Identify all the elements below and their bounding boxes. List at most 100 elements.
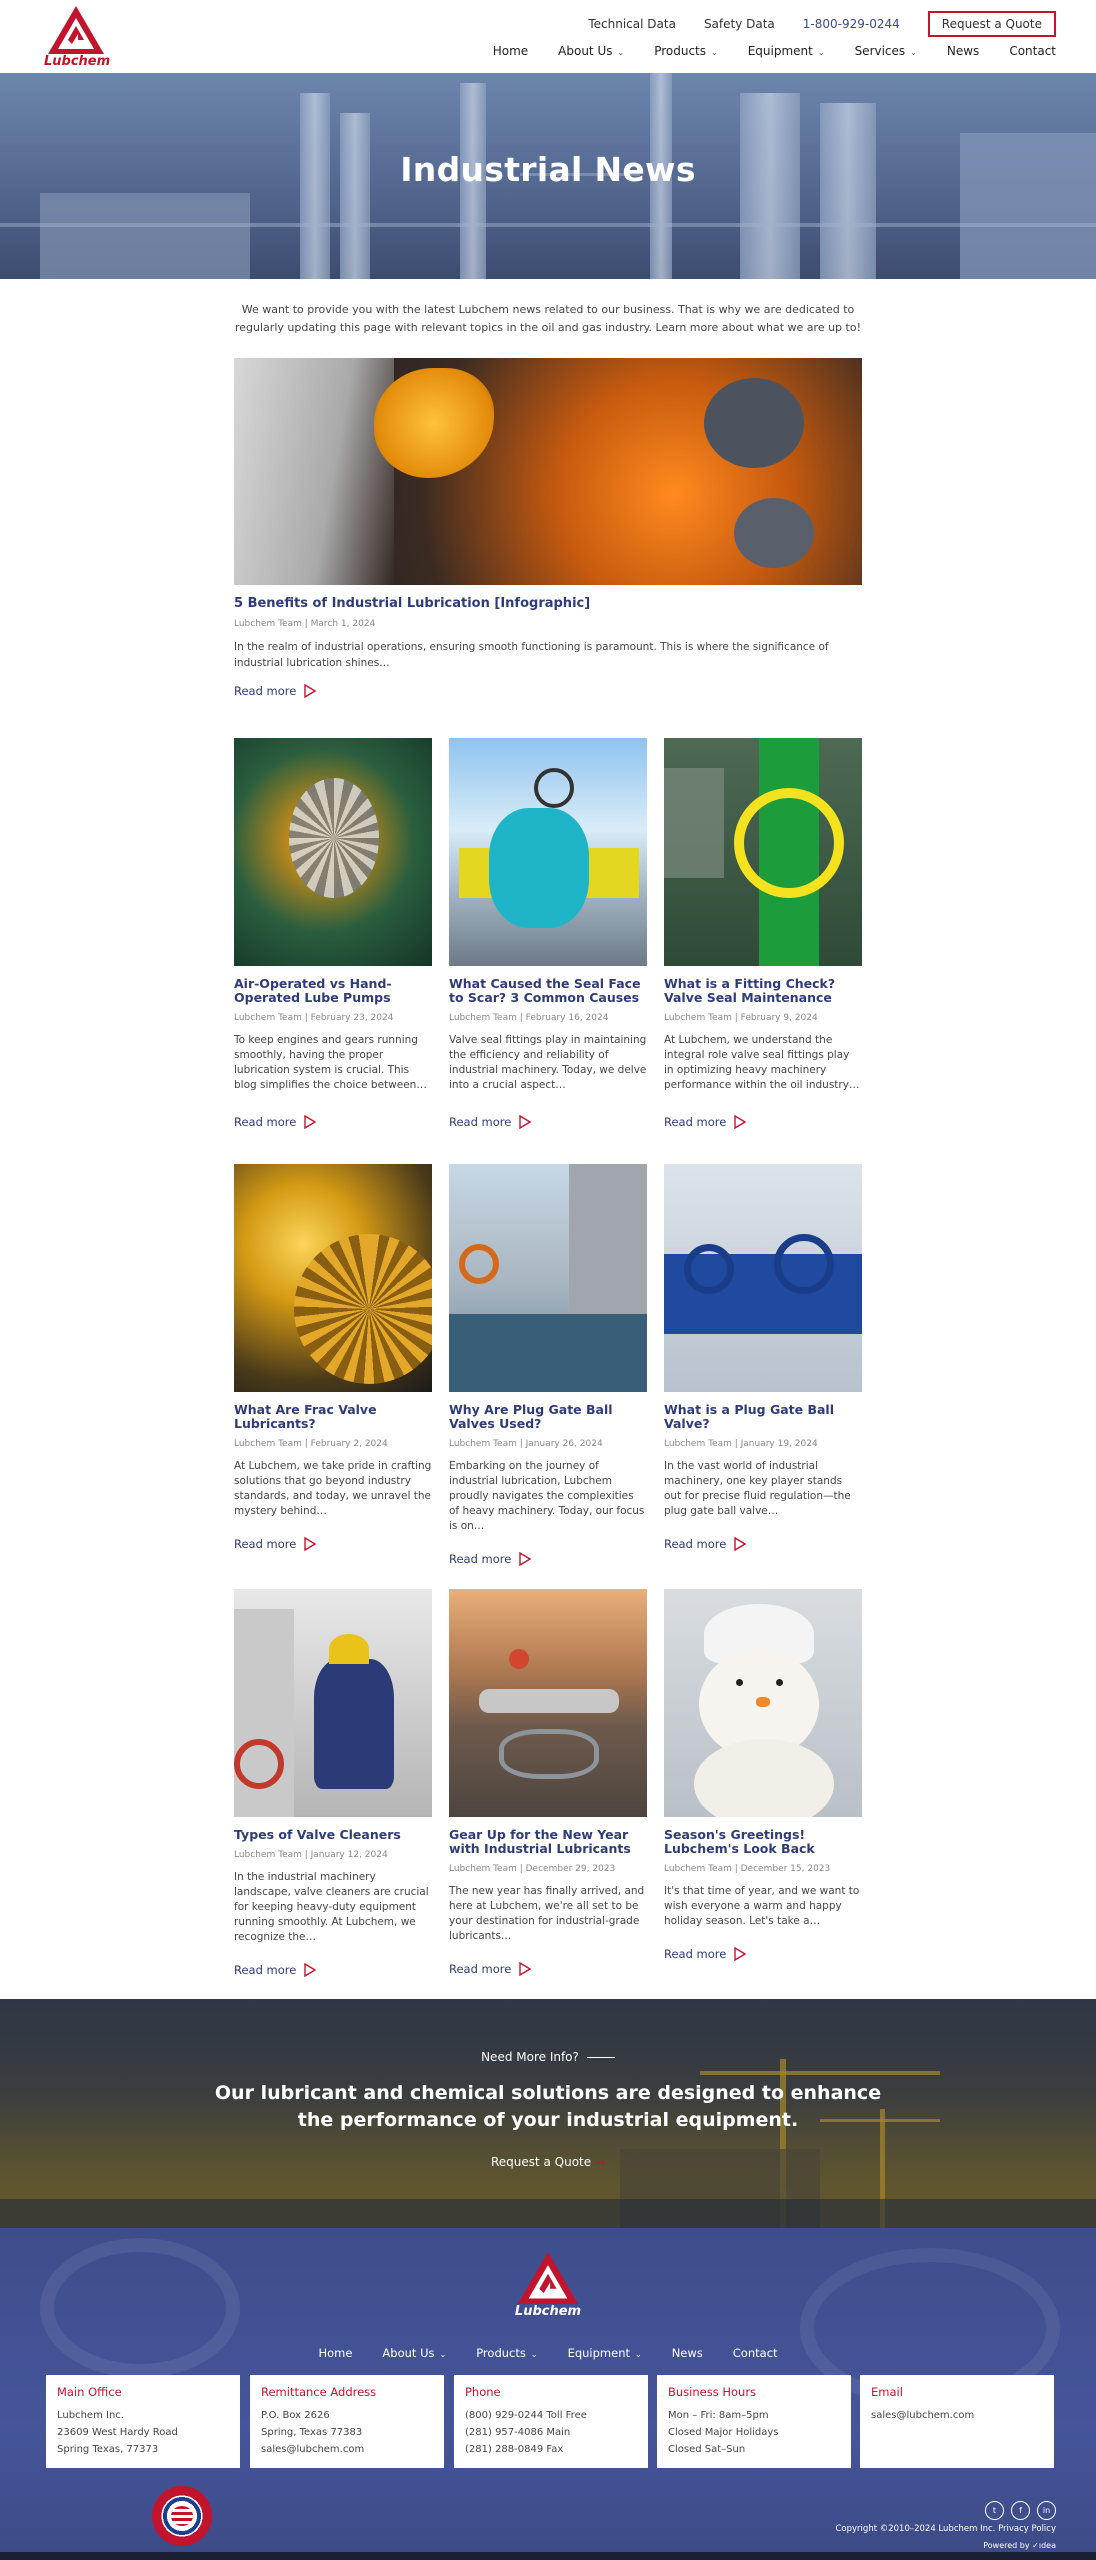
- read-more-link[interactable]: Read more: [234, 684, 862, 698]
- cta-headline: Our lubricant and chemical solutions are…: [0, 2080, 1096, 2134]
- read-more-label: Read more: [449, 1552, 512, 1566]
- email-link[interactable]: sales@lubchem.com: [261, 2444, 364, 2455]
- post-title[interactable]: Air-Operated vs Hand-Operated Lube Pumps: [234, 977, 432, 1005]
- phone-toll-free-link[interactable]: (800) 929-0244 Toll Free: [465, 2410, 587, 2421]
- footer-nav-label: Home: [318, 2346, 353, 2360]
- footer-box-title: Business Hours: [668, 2385, 757, 2399]
- post-image[interactable]: [449, 1589, 647, 1817]
- post-meta: Lubchem Team | January 12, 2024: [234, 1850, 388, 1860]
- read-more-label: Read more: [234, 1537, 297, 1551]
- post-title[interactable]: Gear Up for the New Year with Industrial…: [449, 1828, 647, 1856]
- intro-text: We want to provide you with the latest L…: [235, 303, 861, 334]
- site-header: Lubchem Technical Data Safety Data 1-800…: [0, 0, 1096, 73]
- featured-post-title[interactable]: 5 Benefits of Industrial Lubrication [In…: [234, 597, 862, 611]
- nav-item-contact[interactable]: Contact: [1009, 44, 1056, 58]
- cta-kicker: Need More Info?: [0, 2050, 1096, 2064]
- read-more-link[interactable]: Read more: [449, 1962, 647, 1976]
- post-title[interactable]: What is a Fitting Check? Valve Seal Main…: [664, 977, 862, 1005]
- footer-box-line: Closed Major Holidays: [668, 2427, 779, 2438]
- post-excerpt: At Lubchem, we take pride in crafting so…: [234, 1460, 432, 1517]
- post-card: What Caused the Seal Face to Scar? 3 Com…: [449, 738, 647, 1129]
- footer-nav-label: News: [671, 2346, 703, 2360]
- chevron-down-icon: ⌄: [817, 48, 825, 57]
- made-in-usa-seal-icon: [152, 2486, 212, 2546]
- footer-nav-about-us[interactable]: About Us ⌄: [382, 2346, 446, 2360]
- featured-post-image[interactable]: [234, 358, 862, 585]
- email-link[interactable]: sales@lubchem.com: [871, 2410, 974, 2421]
- top-bar: Technical Data Safety Data 1-800-929-024…: [588, 11, 1056, 37]
- arrow-right-icon: →: [594, 2155, 606, 2169]
- nav-item-home[interactable]: Home: [493, 44, 528, 58]
- nav-item-about-us[interactable]: About Us ⌄: [558, 44, 624, 58]
- read-more-label: Read more: [664, 1115, 727, 1129]
- chevron-down-icon: ⌄: [635, 2350, 642, 2359]
- nav-item-services[interactable]: Services ⌄: [855, 44, 917, 58]
- post-image[interactable]: [234, 1164, 432, 1392]
- post-image[interactable]: [449, 1164, 647, 1392]
- post-title[interactable]: What Caused the Seal Face to Scar? 3 Com…: [449, 977, 647, 1005]
- play-arrow-icon: [519, 1552, 532, 1566]
- nav-label: Contact: [1009, 44, 1056, 58]
- footer-nav-contact[interactable]: Contact: [733, 2346, 778, 2360]
- phone-main-link[interactable]: (281) 957-4086 Main: [465, 2427, 570, 2438]
- post-image[interactable]: [664, 738, 862, 966]
- post-excerpt: In the realm of industrial operations, e…: [234, 641, 829, 669]
- footer-logo[interactable]: Lubchem: [513, 2250, 583, 2319]
- hero-building-image: [40, 193, 250, 279]
- footer-nav-home[interactable]: Home: [318, 2346, 352, 2360]
- cta-request-quote-link[interactable]: Request a Quote →: [0, 2155, 1096, 2169]
- nav-label: Services: [854, 44, 906, 58]
- post-image[interactable]: [449, 738, 647, 966]
- read-more-link[interactable]: Read more: [449, 1552, 647, 1566]
- phone-link[interactable]: 1-800-929-0244: [803, 17, 900, 31]
- post-title[interactable]: Types of Valve Cleaners: [234, 1828, 432, 1842]
- post-image[interactable]: [664, 1589, 862, 1817]
- linkedin-icon[interactable]: in: [1037, 2501, 1056, 2520]
- footer-nav-label: Equipment: [567, 2346, 630, 2360]
- read-more-link[interactable]: Read more: [234, 1537, 432, 1551]
- footer-nav-news[interactable]: News: [672, 2346, 703, 2360]
- safety-data-link[interactable]: Safety Data: [704, 17, 775, 31]
- post-title[interactable]: What is a Plug Gate Ball Valve?: [664, 1403, 862, 1431]
- play-arrow-icon: [519, 1962, 532, 1976]
- page-title: Industrial News: [400, 150, 696, 189]
- post-image[interactable]: [234, 738, 432, 966]
- footer-nav-equipment[interactable]: Equipment ⌄: [568, 2346, 642, 2360]
- read-more-link[interactable]: Read more: [664, 1947, 862, 1961]
- post-image[interactable]: [664, 1164, 862, 1392]
- facebook-icon[interactable]: f: [1011, 2501, 1030, 2520]
- footer-nav-products[interactable]: Products ⌄: [476, 2346, 537, 2360]
- read-more-link[interactable]: Read more: [664, 1537, 862, 1551]
- post-title[interactable]: Season's Greetings! Lubchem's Look Back: [664, 1828, 862, 1856]
- post-image[interactable]: [234, 1589, 432, 1817]
- play-arrow-icon: [304, 684, 317, 698]
- post-meta: Lubchem Team | January 26, 2024: [449, 1439, 603, 1449]
- nav-item-equipment[interactable]: Equipment ⌄: [748, 44, 825, 58]
- nav-item-products[interactable]: Products ⌄: [654, 44, 718, 58]
- footer-box-line: Closed Sat–Sun: [668, 2444, 746, 2455]
- read-more-link[interactable]: Read more: [234, 1115, 432, 1129]
- post-card: Air-Operated vs Hand-Operated Lube Pumps…: [234, 738, 432, 1129]
- read-more-link[interactable]: Read more: [234, 1963, 432, 1977]
- play-arrow-icon: [519, 1115, 532, 1129]
- footer-phone: Phone (800) 929-0244 Toll Free (281) 957…: [454, 2375, 648, 2468]
- twitter-icon[interactable]: t: [985, 2501, 1004, 2520]
- read-more-link[interactable]: Read more: [449, 1115, 647, 1129]
- post-title[interactable]: What Are Frac Valve Lubricants?: [234, 1403, 432, 1431]
- footer-box-title: Phone: [465, 2385, 501, 2399]
- cta-link-label: Request a Quote: [490, 2155, 592, 2169]
- powered-by-text: Powered by ✓ıdea: [983, 2541, 1056, 2550]
- post-title[interactable]: Why Are Plug Gate Ball Valves Used?: [449, 1403, 647, 1431]
- main-nav: Home About Us ⌄ Products ⌄ Equipment ⌄ Serv…: [493, 44, 1056, 58]
- footer-box-title: Remittance Address: [261, 2385, 377, 2399]
- post-excerpt: At Lubchem, we understand the integral r…: [664, 1034, 860, 1091]
- technical-data-link[interactable]: Technical Data: [588, 17, 676, 31]
- lubchem-logo[interactable]: Lubchem: [44, 4, 110, 69]
- footer-box-line: Mon – Fri: 8am–5pm: [668, 2410, 769, 2421]
- nav-item-news[interactable]: News: [947, 44, 979, 58]
- cta-banner: Need More Info? Our lubricant and chemic…: [0, 1999, 1096, 2228]
- read-more-link[interactable]: Read more: [664, 1115, 862, 1129]
- cta-headline-line: Our lubricant and chemical solutions are…: [214, 2082, 882, 2104]
- featured-post: 5 Benefits of Industrial Lubrication [In…: [234, 358, 862, 698]
- request-quote-button[interactable]: Request a Quote: [927, 11, 1056, 37]
